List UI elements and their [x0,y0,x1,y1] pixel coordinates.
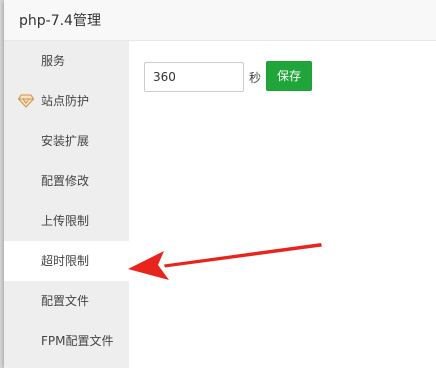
php-manager-dialog: php-7.4管理 服务 站点防护 安装扩展 配置修改 上传限制 超时限制 配置… [4,0,436,368]
sidebar-item-config-modify[interactable]: 配置修改 [4,161,129,201]
sidebar-item-install-extensions[interactable]: 安装扩展 [4,121,129,161]
dialog-title: php-7.4管理 [19,13,101,29]
shield-diamond-icon [18,94,34,108]
sidebar-item-label: 安装扩展 [41,134,90,148]
sidebar-item-upload-limit[interactable]: 上传限制 [4,201,129,241]
sidebar-item-label: 超时限制 [41,254,90,268]
timeout-input[interactable] [144,62,244,92]
sidebar-item-site-protection[interactable]: 站点防护 [4,81,129,121]
dialog-header: php-7.4管理 [4,0,436,41]
sidebar-item-label: 配置文件 [41,294,90,308]
sidebar-item-label: 上传限制 [41,214,90,228]
sidebar-item-label: FPM配置文件 [41,334,114,348]
sidebar-item-label: 站点防护 [41,94,90,108]
sidebar-item-label: 服务 [41,54,66,68]
timeout-unit-label: 秒 [249,71,262,85]
sidebar-item-config-file[interactable]: 配置文件 [4,281,129,321]
save-button[interactable]: 保存 [266,61,312,91]
sidebar: 服务 站点防护 安装扩展 配置修改 上传限制 超时限制 配置文件 FPM配置文件 [4,41,129,368]
sidebar-item-fpm-config-file[interactable]: FPM配置文件 [4,321,129,361]
sidebar-item-service[interactable]: 服务 [4,41,129,81]
timeout-panel: 秒 保存 [129,41,436,368]
sidebar-item-label: 配置修改 [41,174,90,188]
sidebar-item-timeout-limit[interactable]: 超时限制 [4,241,129,281]
